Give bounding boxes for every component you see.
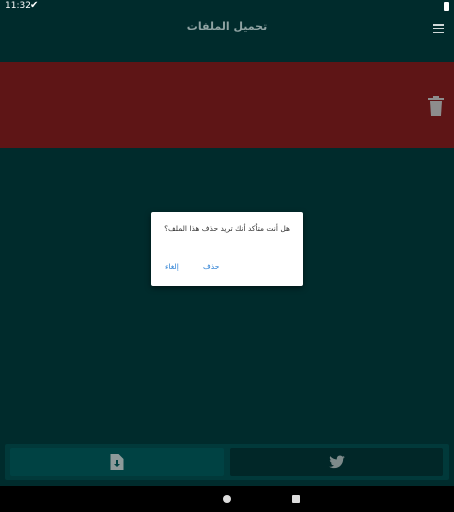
file-download-icon [110,454,124,470]
recents-nav-icon[interactable] [292,495,300,503]
file-row[interactable] [0,62,454,148]
twitter-tab-button[interactable] [230,448,443,476]
status-time: 11:32 [5,1,31,11]
twitter-icon [328,455,345,469]
system-nav-bar [0,486,454,512]
app-bar: تحميل الملفات [0,14,454,44]
bottom-tab-bar [5,444,449,480]
cancel-button[interactable]: إلغاء [165,262,179,271]
delete-confirm-dialog: هل أنت متأكد أنك تريد حذف هذا الملف؟ إلغ… [151,212,303,286]
download-tab-button[interactable] [10,448,224,476]
trash-icon[interactable] [428,96,444,116]
battery-icon [444,2,449,11]
status-bar: 11:32 ✔ [0,0,454,14]
home-nav-icon[interactable] [223,495,231,503]
delete-button[interactable]: حذف [203,262,219,271]
page-title: تحميل الملفات [186,20,268,33]
menu-icon[interactable] [433,24,444,34]
download-done-icon: ✔ [30,0,39,11]
dialog-message: هل أنت متأكد أنك تريد حذف هذا الملف؟ [164,224,290,233]
